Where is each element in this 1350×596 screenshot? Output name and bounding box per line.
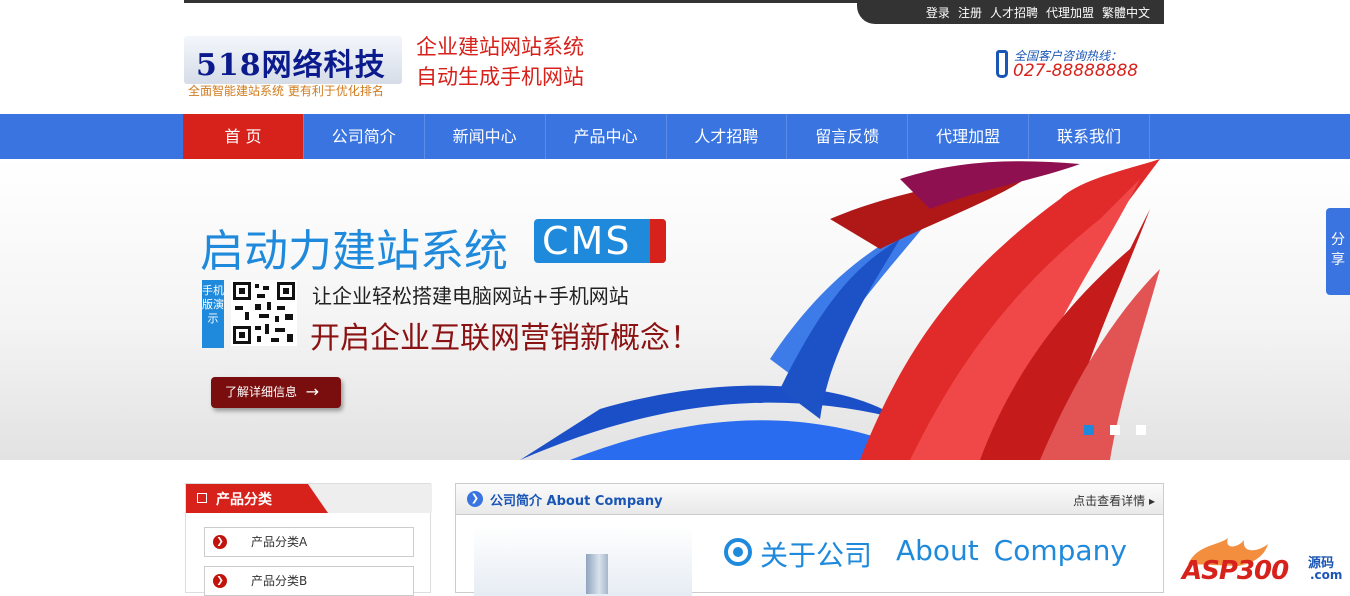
top-links-bar: 登录 注册 人才招聘 代理加盟 繁體中文 [857, 0, 1164, 24]
hero-banner: 启动力建站系统 CMS 手机版演示 让企业轻松搭建电脑网站+手机网站 开启企业互… [0, 159, 1350, 460]
learn-more-button[interactable]: 了解详细信息 → [211, 377, 341, 408]
traditional-chinese-link[interactable]: 繁體中文 [1102, 4, 1150, 21]
nav-item[interactable]: 代理加盟 [908, 114, 1030, 159]
nav-item[interactable]: 公司简介 [304, 114, 425, 159]
slide-dot[interactable] [1084, 425, 1094, 435]
banner-slogan: 开启企业互联网营销新概念！ [310, 321, 700, 356]
slogan-line-2: 自动生成手机网站 [416, 65, 584, 89]
mobile-demo-tag: 手机版演示 [202, 280, 224, 348]
chevron-right-icon: ❯ [213, 535, 227, 549]
cms-badge-text: CMS [542, 219, 632, 263]
about-header: ❯ 公司简介 About Company 点击查看详情 ▸ [456, 484, 1163, 515]
agent-link[interactable]: 代理加盟 [1046, 4, 1094, 21]
category-item-label: 产品分类A [251, 535, 308, 549]
slogan-line-1: 企业建站网站系统 [416, 35, 584, 59]
nav-item[interactable]: 人才招聘 [667, 114, 788, 159]
building-shape [586, 554, 608, 594]
watermark-domain: .com [1310, 568, 1343, 582]
nav-item[interactable]: 产品中心 [546, 114, 667, 159]
category-square-icon [197, 493, 207, 503]
slide-indicators [1084, 425, 1146, 435]
target-circle-icon [724, 538, 752, 566]
arrow-right-icon: → [305, 382, 319, 401]
about-title: 公司简介 About Company [490, 494, 663, 509]
login-link[interactable]: 登录 [926, 4, 950, 21]
banner-title: 启动力建站系统 [200, 226, 508, 277]
asp300-watermark-logo: ASP300 源码 .com [1178, 534, 1344, 586]
ribbon-graphic [520, 159, 1160, 460]
logo-tagline: 全面智能建站系统 更有利于优化排名 [188, 84, 384, 98]
nav-item[interactable]: 首 页 [183, 114, 304, 159]
hotline: 全国客户咨询热线： 027-88888888 [996, 46, 1146, 86]
jobs-link[interactable]: 人才招聘 [990, 4, 1038, 21]
watermark-brand: ASP300 [1182, 556, 1289, 586]
nav-item[interactable]: 留言反馈 [787, 114, 909, 159]
nav-item[interactable]: 新闻中心 [425, 114, 546, 159]
slide-dot[interactable] [1136, 425, 1146, 435]
cms-skins-tag [650, 219, 666, 263]
about-company-panel: ❯ 公司简介 About Company 点击查看详情 ▸ 关于公司 About… [455, 483, 1164, 596]
share-tab[interactable]: 分享 [1326, 208, 1350, 295]
register-link[interactable]: 注册 [958, 4, 982, 21]
banner-subtitle: 让企业轻松搭建电脑网站+手机网站 [312, 284, 629, 308]
cms-badge: CMS [534, 219, 666, 263]
category-item[interactable]: ❯ 产品分类A [204, 527, 414, 557]
arrow-circle-icon: ❯ [467, 491, 483, 507]
site-logo[interactable]: 518网络科技 全面智能建站系统 更有利于优化排名 [184, 30, 404, 100]
category-item[interactable]: ❯ 产品分类B [204, 566, 414, 596]
header-slogan: 企业建站网站系统 自动生成手机网站 [416, 32, 584, 92]
about-heading-en: About Company [896, 534, 1127, 567]
nav-items: 首 页公司简介 新闻中心 产品中心 人才招聘 留言反馈 代理加盟 联系我们 [183, 114, 1150, 159]
category-header: 产品分类 [186, 484, 432, 513]
about-heading-cn: 关于公司 [760, 539, 873, 572]
category-title: 产品分类 [216, 492, 272, 508]
learn-more-label: 了解详细信息 [225, 385, 298, 399]
qr-code[interactable] [231, 280, 297, 346]
product-category-panel: 产品分类 ❯ 产品分类A ❯ 产品分类B [185, 483, 432, 596]
hotline-number: 027-88888888 [1013, 61, 1139, 81]
nav-item[interactable]: 联系我们 [1029, 114, 1150, 159]
slide-dot[interactable] [1110, 425, 1120, 435]
view-details-label: 点击查看详情 [1073, 494, 1146, 508]
logo-text: 518网络科技 [196, 48, 386, 83]
view-details-link[interactable]: 点击查看详情 ▸ [1073, 492, 1155, 509]
main-nav: 首 页公司简介 新闻中心 产品中心 人才招聘 留言反馈 代理加盟 联系我们 [0, 114, 1350, 159]
phone-icon [996, 50, 1008, 78]
